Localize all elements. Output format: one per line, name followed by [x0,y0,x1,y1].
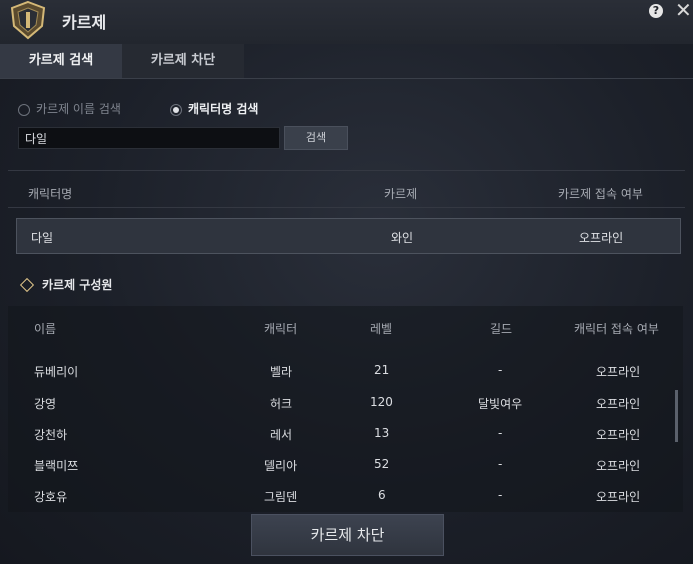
member-guild: 달빛여우 [478,397,523,411]
member-status: 오프라인 [596,365,641,379]
column-header-name: 이름 [34,322,57,336]
member-level: 21 [374,363,390,377]
karze-emblem-icon [10,0,46,40]
member-level: 120 [370,395,393,409]
radio-label: 캐릭터명 검색 [188,102,259,116]
table-row[interactable]: 블랙미쯔 델리아 52 - 오프라인 [8,457,683,477]
table-row[interactable]: 강천하 레서 13 - 오프라인 [8,426,683,446]
member-character: 벨라 [270,365,293,379]
karze-block-button[interactable]: 카르제 차단 [251,514,444,556]
members-title-label: 카르제 구성원 [42,278,113,292]
tab-bar: 카르제 검색 카르제 차단 [0,44,693,79]
search-input[interactable]: 다일 [18,127,280,149]
member-status: 오프라인 [596,459,641,473]
member-level: 13 [374,426,390,440]
member-character: 레서 [270,428,293,442]
members-scrollbar[interactable] [675,390,678,442]
member-status: 오프라인 [596,490,641,504]
close-icon[interactable]: ✕ [675,0,692,20]
member-level: 52 [374,457,390,471]
radio-checked-icon [170,103,182,116]
radio-character-name-search[interactable]: 캐릭터명 검색 [170,100,258,117]
member-guild: - [498,457,503,471]
help-icon[interactable]: ? [649,4,663,18]
member-status: 오프라인 [596,397,641,411]
table-row[interactable]: 강호유 그림덴 6 - 오프라인 [8,488,683,508]
member-name: 강영 [34,397,57,411]
member-name: 강천하 [34,428,68,442]
member-name: 블랙미쯔 [34,459,79,473]
column-header-karze-status: 카르제 접속 여부 [558,187,643,201]
result-karze-name: 와인 [391,231,414,245]
column-header-character-status: 캐릭터 접속 여부 [574,322,659,336]
divider [8,207,685,208]
member-character: 델리아 [264,459,298,473]
column-header-character: 캐릭터 [264,322,298,336]
search-result-row[interactable]: 다일 와인 오프라인 [16,218,681,254]
member-guild: - [498,488,503,502]
members-section-title: 카르제 구성원 [19,276,113,293]
title-bar: 카르제 ? ✕ [0,0,693,44]
column-header-karze: 카르제 [384,187,418,201]
radio-karze-name-search[interactable]: 카르제 이름 검색 [18,100,121,117]
diamond-icon [19,277,35,292]
tab-karze-search[interactable]: 카르제 검색 [0,44,122,78]
tab-karze-block[interactable]: 카르제 차단 [122,44,244,78]
result-character-name: 다일 [31,231,54,245]
search-button[interactable]: 검색 [284,126,348,150]
member-name: 강호유 [34,490,68,504]
column-header-character-name: 캐릭터명 [28,187,73,201]
column-header-level: 레벨 [370,322,393,336]
member-character: 허크 [270,397,293,411]
table-row[interactable]: 듀베리이 벨라 21 - 오프라인 [8,363,683,383]
column-header-guild: 길드 [490,322,513,336]
radio-label: 카르제 이름 검색 [36,102,121,116]
radio-unchecked-icon [18,103,30,116]
member-status: 오프라인 [596,428,641,442]
result-status: 오프라인 [579,231,624,245]
member-character: 그림덴 [264,490,298,504]
member-guild: - [498,363,503,377]
table-row[interactable]: 강영 허크 120 달빛여우 오프라인 [8,395,683,415]
members-table: 이름 캐릭터 레벨 길드 캐릭터 접속 여부 듀베리이 벨라 21 - 오프라인… [8,306,683,512]
divider [8,170,685,171]
window-title: 카르제 [62,13,107,32]
member-name: 듀베리이 [34,365,79,379]
member-level: 6 [378,488,386,502]
member-guild: - [498,426,503,440]
